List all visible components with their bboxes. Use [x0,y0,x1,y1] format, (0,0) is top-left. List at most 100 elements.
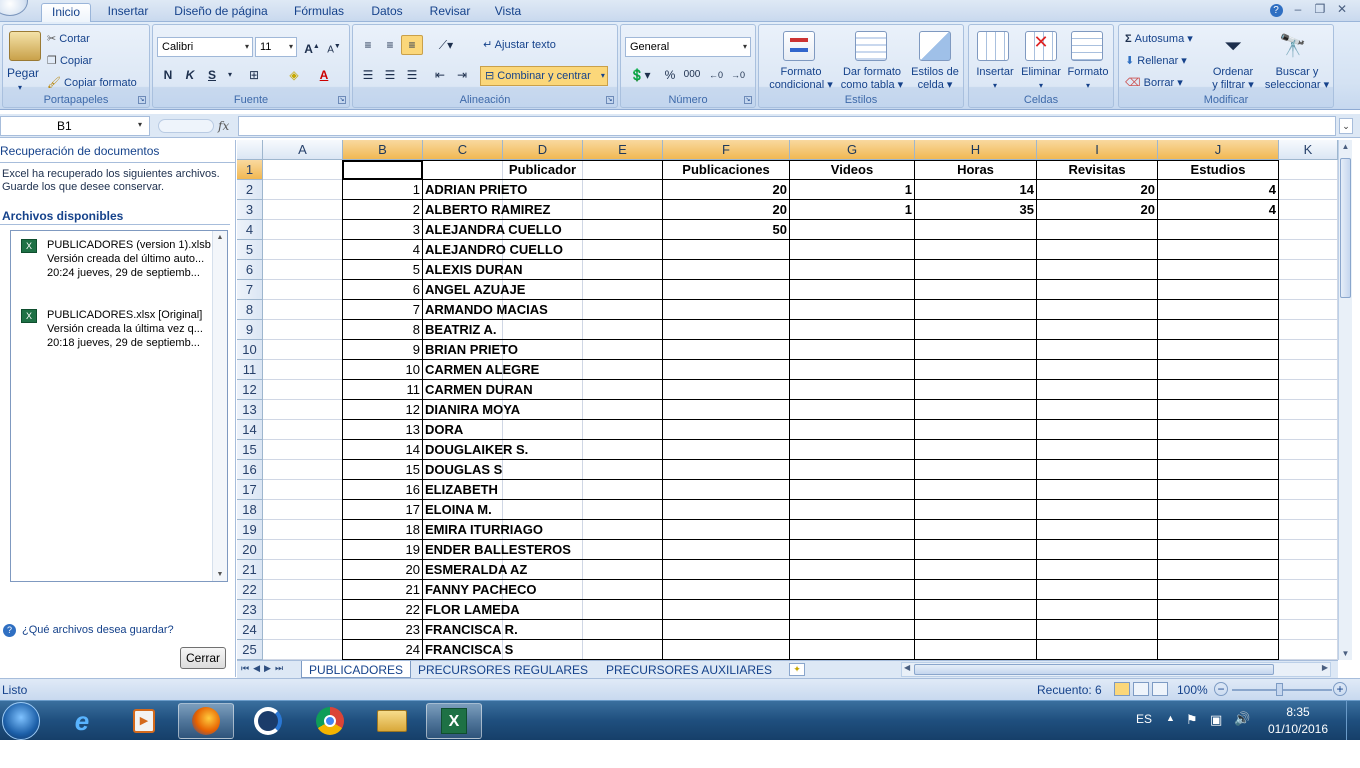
close-icon[interactable]: ✕ [1332,2,1352,16]
increase-decimal-icon[interactable]: ←0 [705,65,727,85]
cell-number[interactable]: 6 [343,280,422,300]
volume-icon[interactable]: 🔊 [1234,711,1250,727]
cell-f[interactable] [663,400,789,420]
align-center-icon[interactable]: ☰ [379,65,401,85]
italic-button[interactable]: K [179,65,201,85]
cell-styles-button[interactable]: Estilos de celda ▾ [907,66,963,92]
borders-icon[interactable]: ⊞ [243,65,265,85]
sheet-nav-icons[interactable]: ⏮◀▶⏭ [241,663,287,674]
autosum-button[interactable]: Σ Autosuma ▾ [1125,33,1193,46]
header-publicaciones[interactable]: Publicaciones [663,160,789,180]
zoom-slider-handle[interactable] [1276,683,1283,696]
cell-g[interactable] [790,500,914,520]
scroll-up-arrow-icon[interactable]: ▲ [1339,142,1352,151]
formula-bar-resizer[interactable] [158,119,214,133]
cell-f[interactable] [663,520,789,540]
cell-publisher-name[interactable]: ARMANDO MACIAS [423,300,662,320]
cell-i[interactable] [1037,520,1157,540]
clock-date[interactable]: 01/10/2016 [1264,722,1332,736]
percent-button[interactable]: % [659,65,681,85]
active-cell-b1[interactable] [342,160,423,180]
cell-j[interactable] [1158,520,1278,540]
delete-cells-button[interactable]: Eliminar ▾ [1019,66,1063,92]
cell-h[interactable] [915,440,1036,460]
show-desktop-button[interactable] [1346,701,1360,741]
cell-g[interactable] [790,600,914,620]
cell-number[interactable]: 9 [343,340,422,360]
name-box-dropdown-icon[interactable]: ▾ [138,120,142,129]
cell-f[interactable] [663,440,789,460]
cell-j[interactable] [1158,360,1278,380]
column-header-g[interactable]: G [790,140,915,160]
cell-number[interactable]: 23 [343,620,422,640]
cell-number[interactable]: 22 [343,600,422,620]
cell-publisher-name[interactable]: ELOINA M. [423,500,662,520]
cell-j[interactable] [1158,620,1278,640]
insert-sheet-icon[interactable]: ✦ [789,663,805,676]
tab-revisar[interactable]: Revisar [423,3,477,22]
header-revisitas[interactable]: Revisitas [1037,160,1157,180]
row-header[interactable]: 3 [237,200,263,220]
cell-f[interactable] [663,640,789,660]
cell-f[interactable] [663,280,789,300]
zoom-out-icon[interactable]: − [1214,682,1228,696]
cell-publisher-name[interactable]: ALEJANDRO CUELLO [423,240,662,260]
scroll-right-icon[interactable]: ▶ [1322,663,1328,672]
formula-input[interactable] [238,116,1336,136]
column-header-f[interactable]: F [663,140,790,160]
cell-j[interactable] [1158,560,1278,580]
internet-explorer-icon[interactable]: e [54,703,110,739]
cell-i[interactable] [1037,240,1157,260]
cell-j[interactable] [1158,300,1278,320]
tab-vista[interactable]: Vista [488,3,528,22]
column-header-h[interactable]: H [915,140,1037,160]
cell-h[interactable] [915,520,1036,540]
cell-h[interactable] [915,540,1036,560]
cell-g[interactable] [790,520,914,540]
row-header[interactable]: 16 [237,460,263,480]
font-size-select[interactable]: 11 ▾ [255,37,297,57]
cell-h[interactable] [915,420,1036,440]
media-player-icon[interactable]: ▶ [116,703,172,739]
cell-g[interactable] [790,300,914,320]
sort-filter-button[interactable]: Ordenar y filtrar ▾ [1205,66,1261,92]
normal-view-icon[interactable] [1114,682,1130,696]
office-button[interactable] [0,0,28,16]
select-all-corner[interactable] [237,140,263,160]
sheet-tab-precursores-regulares[interactable]: PRECURSORES REGULARES [415,661,591,679]
header-estudios[interactable]: Estudios [1158,160,1278,180]
cell-f[interactable] [663,580,789,600]
cell-publisher-name[interactable]: CARMEN ALEGRE [423,360,662,380]
column-header-a[interactable]: A [263,140,343,160]
cell-i[interactable] [1037,600,1157,620]
cell-i[interactable] [1037,400,1157,420]
cell-i[interactable] [1037,500,1157,520]
cell-publisher-name[interactable]: CARMEN DURAN [423,380,662,400]
cell-h[interactable] [915,340,1036,360]
cell-h[interactable] [915,620,1036,640]
cell-i[interactable] [1037,620,1157,640]
cell-f[interactable] [663,320,789,340]
row-header[interactable]: 21 [237,560,263,580]
close-pane-button[interactable]: Cerrar [180,647,226,669]
cell-g[interactable] [790,360,914,380]
row-header[interactable]: 12 [237,380,263,400]
cell-i[interactable] [1037,380,1157,400]
cell-i[interactable] [1037,220,1157,240]
cell-publisher-name[interactable]: DOUGLAS S [423,460,662,480]
tab-formulas[interactable]: Fórmulas [287,3,351,22]
minimize-icon[interactable]: – [1288,2,1308,16]
row-header[interactable]: 18 [237,500,263,520]
cell-g[interactable] [790,480,914,500]
font-launcher-icon[interactable]: ↘ [338,96,346,104]
align-middle-icon[interactable]: ≡ [379,35,401,55]
cell-number[interactable]: 19 [343,540,422,560]
number-format-select[interactable]: General ▾ [625,37,751,57]
cell-publisher-name[interactable]: ADRIAN PRIETO [423,180,662,200]
cell-publisher-name[interactable]: FRANCISCA R. [423,620,662,640]
row-header[interactable]: 19 [237,520,263,540]
cell-h[interactable] [915,460,1036,480]
cell-f[interactable] [663,560,789,580]
cell-i[interactable] [1037,360,1157,380]
header-videos[interactable]: Videos [790,160,914,180]
